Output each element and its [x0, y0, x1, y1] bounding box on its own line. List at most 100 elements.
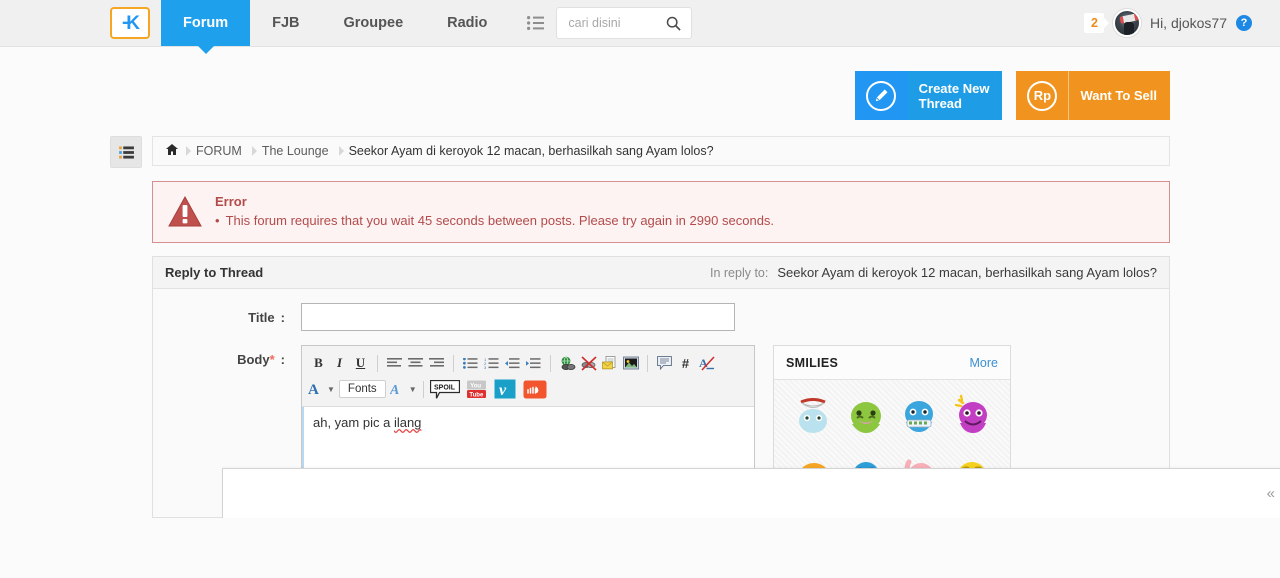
- rupiah-glyph: Rp: [1027, 80, 1058, 111]
- svg-text:A: A: [390, 383, 399, 397]
- warning-triangle-icon: [167, 194, 203, 228]
- reply-panel-header: Reply to Thread In reply to: Seekor Ayam…: [153, 257, 1169, 289]
- toolbar-row-1: B I U 1 2 3 # A: [308, 350, 748, 376]
- create-thread-line-1: Create New: [918, 80, 990, 96]
- double-chevron-left-icon[interactable]: «: [1261, 481, 1280, 506]
- font-size-icon[interactable]: A ▼: [390, 379, 417, 400]
- body-colon: :: [280, 352, 285, 367]
- home-icon[interactable]: [157, 144, 191, 158]
- smiley-money-mouth-blue[interactable]: [894, 390, 943, 442]
- in-reply-to-thread-title: Seekor Ayam di keroyok 12 macan, berhasi…: [777, 265, 1157, 280]
- nav-right-group: 2 Hi, djokos77 ?: [1084, 0, 1280, 46]
- title-form-row: Title:: [153, 289, 1169, 331]
- error-text: This forum requires that you wait 45 sec…: [215, 213, 774, 228]
- in-reply-to-label: In reply to:: [710, 266, 769, 280]
- body-text-plain: ah, yam pic a: [313, 415, 394, 430]
- insert-image-icon[interactable]: [620, 353, 641, 374]
- search-input[interactable]: [566, 15, 667, 31]
- site-logo[interactable]: K: [110, 7, 150, 39]
- remove-link-icon[interactable]: [578, 353, 599, 374]
- title-label-text: Title: [248, 310, 275, 325]
- nav-item-label: Radio: [447, 15, 488, 31]
- body-label-text: Body: [237, 352, 270, 367]
- nav-left-group: K Forum FJB Groupee Radio: [110, 0, 693, 54]
- insert-code-icon[interactable]: #: [675, 353, 696, 374]
- insert-quote-icon[interactable]: [654, 353, 675, 374]
- nav-item-fjb[interactable]: FJB: [250, 0, 321, 46]
- want-to-sell-label: Want To Sell: [1069, 71, 1170, 120]
- nav-item-label: Forum: [183, 15, 229, 31]
- breadcrumb-item-the-lounge[interactable]: The Lounge: [252, 144, 344, 158]
- smiley-sick-green[interactable]: [841, 390, 890, 442]
- smilies-title: SMILIES: [786, 355, 839, 370]
- align-center-icon[interactable]: [405, 353, 426, 374]
- bottom-overlay-bar: «: [222, 468, 1280, 518]
- required-asterisk: *: [269, 352, 275, 367]
- toolbar-separator: [422, 380, 424, 398]
- bold-icon[interactable]: B: [308, 353, 329, 374]
- want-to-sell-button[interactable]: Rp Want To Sell: [1016, 71, 1170, 120]
- notification-count-badge[interactable]: 2: [1084, 13, 1109, 33]
- align-right-icon[interactable]: [426, 353, 447, 374]
- svg-text:SPOIL: SPOIL: [434, 384, 456, 391]
- breadcrumb-item-current: Seekor Ayam di keroyok 12 macan, berhasi…: [348, 144, 714, 158]
- error-title: Error: [215, 194, 247, 209]
- top-navigation-bar: K Forum FJB Groupee Radio: [0, 0, 1280, 54]
- nav-item-label: FJB: [272, 15, 300, 31]
- rupiah-icon: Rp: [1016, 71, 1070, 120]
- font-color-icon[interactable]: A ▼: [308, 379, 335, 400]
- italic-icon[interactable]: I: [329, 353, 350, 374]
- error-message-box: Error This forum requires that you wait …: [152, 181, 1170, 243]
- indent-icon[interactable]: [523, 353, 544, 374]
- create-thread-line-2: Thread: [918, 95, 962, 111]
- youtube-icon[interactable]: You Tube: [466, 379, 487, 400]
- nav-item-groupee[interactable]: Groupee: [322, 0, 426, 46]
- align-left-icon[interactable]: [384, 353, 405, 374]
- bullet-list-icon[interactable]: [460, 353, 481, 374]
- body-text-misspelled: ilang: [393, 415, 422, 430]
- smiley-idea-purple[interactable]: [947, 390, 996, 442]
- svg-text:A: A: [308, 382, 319, 397]
- breadcrumb-item-forum[interactable]: FORUM: [186, 144, 257, 158]
- avatar[interactable]: [1112, 9, 1141, 37]
- title-colon: :: [280, 310, 285, 325]
- in-reply-to-group: In reply to: Seekor Ayam di keroyok 12 m…: [710, 265, 1157, 280]
- remove-formatting-icon[interactable]: A: [696, 353, 717, 374]
- insert-link-icon[interactable]: [557, 353, 578, 374]
- logo-k-icon: K: [121, 14, 140, 33]
- search-icon[interactable]: [666, 16, 682, 31]
- toolbar-separator: [377, 354, 378, 372]
- pencil-icon: [854, 71, 908, 120]
- create-new-thread-button[interactable]: Create New Thread: [854, 71, 1003, 120]
- nav-item-label: Groupee: [343, 15, 404, 31]
- smiley-shy-white[interactable]: [788, 390, 837, 442]
- numbered-list-icon[interactable]: 1 2 3: [481, 353, 502, 374]
- svg-text:v: v: [499, 382, 507, 399]
- toolbar-separator: [647, 354, 648, 372]
- main-content: FORUM The Lounge Seekor Ayam di keroyok …: [110, 120, 1280, 518]
- vimeo-icon[interactable]: v: [494, 379, 516, 400]
- underline-icon[interactable]: U: [350, 353, 371, 374]
- search-box[interactable]: [556, 7, 693, 39]
- list-menu-icon[interactable]: [509, 0, 556, 46]
- action-buttons: Create New Thread Rp Want To Sell: [0, 47, 1280, 120]
- spoiler-icon[interactable]: SPOIL: [429, 379, 460, 400]
- toolbar-separator: [550, 354, 551, 372]
- soundcloud-icon[interactable]: [523, 379, 547, 400]
- insert-email-icon[interactable]: [599, 353, 620, 374]
- help-icon[interactable]: ?: [1236, 15, 1252, 31]
- svg-text:You: You: [470, 383, 481, 389]
- user-greeting[interactable]: Hi, djokos77: [1150, 15, 1227, 31]
- smilies-more-link[interactable]: More: [970, 356, 998, 370]
- nav-item-radio[interactable]: Radio: [425, 0, 509, 46]
- smilies-header: SMILIES More: [774, 346, 1010, 380]
- page-title: Reply to Thread: [165, 265, 264, 280]
- outdent-icon[interactable]: [502, 353, 523, 374]
- svg-text:3: 3: [484, 365, 487, 369]
- fonts-dropdown[interactable]: Fonts: [338, 380, 386, 398]
- list-view-icon[interactable]: [110, 136, 142, 168]
- create-new-thread-label: Create New Thread: [907, 71, 1003, 120]
- toolbar-row-2: A ▼ Fonts A ▼ SPOIL You Tube v: [308, 376, 748, 402]
- title-input[interactable]: [301, 303, 735, 331]
- nav-item-forum[interactable]: Forum: [161, 0, 251, 54]
